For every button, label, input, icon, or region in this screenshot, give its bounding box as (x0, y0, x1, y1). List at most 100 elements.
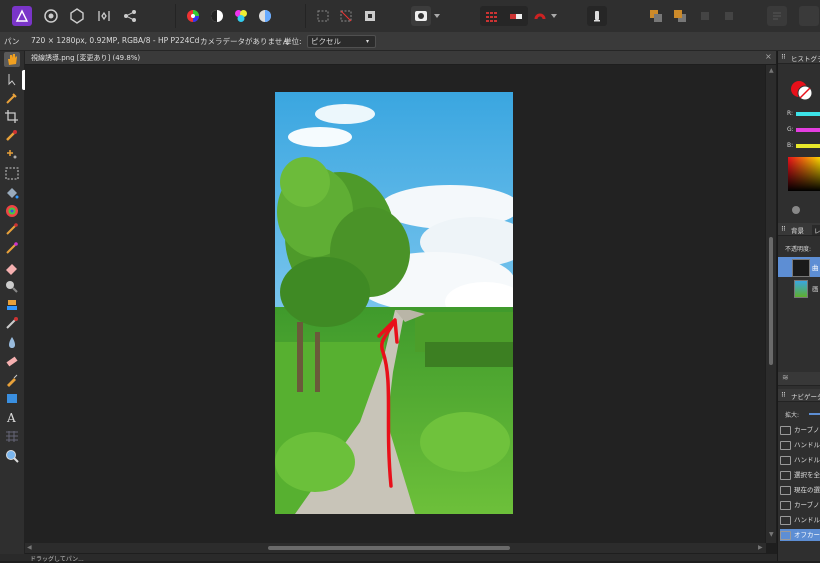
history-item[interactable]: カーブノー (780, 499, 820, 511)
invert-selection-icon[interactable] (360, 6, 380, 26)
red-channel-slider[interactable] (796, 112, 820, 116)
more-options-icon[interactable] (767, 6, 787, 26)
history-item-label: カーブノー (794, 426, 820, 434)
gradient-tool-icon[interactable] (4, 203, 20, 218)
scroll-down-icon[interactable]: ▼ (769, 531, 774, 538)
liquify-persona-icon[interactable] (67, 6, 87, 26)
close-document-icon[interactable]: × (765, 52, 772, 61)
photo-persona-icon[interactable] (41, 6, 61, 26)
color-picker-tool-icon[interactable] (4, 91, 20, 106)
no-selection-icon[interactable] (336, 6, 356, 26)
hsl-icon[interactable] (231, 6, 251, 26)
document-title: 視線誘導.png [変更あり] (49.8%) (31, 54, 141, 62)
panel-toggle-icon[interactable] (799, 6, 819, 26)
pen-tool-icon[interactable] (4, 373, 20, 388)
assistant-icon[interactable] (587, 6, 607, 26)
blur-brush-tool-icon[interactable] (4, 335, 20, 350)
opacity-label: 不透明度: (785, 246, 812, 253)
move-tool-icon[interactable] (4, 72, 20, 87)
color-replace-tool-icon[interactable] (4, 241, 20, 256)
history-item-label: カーブノー (794, 501, 820, 509)
opacity-handle-icon[interactable] (792, 206, 800, 214)
history-item[interactable]: 選択を全 (780, 469, 820, 481)
crop-tool-icon[interactable] (4, 109, 20, 124)
history-item[interactable]: 現在の選 (780, 484, 820, 496)
white-balance-icon[interactable] (255, 6, 275, 26)
chevron-down-icon: ▾ (366, 38, 370, 45)
canvas-area[interactable] (25, 65, 765, 543)
history-step-icon (780, 485, 791, 495)
selection-brush-tool-icon[interactable] (4, 128, 20, 143)
quick-mask-dropdown-icon[interactable] (433, 6, 441, 26)
clone-brush-tool-icon[interactable] (4, 297, 20, 312)
color-swatch-icon[interactable] (789, 79, 815, 105)
text-tool-icon[interactable]: A (4, 410, 20, 425)
arrange-back-icon[interactable] (646, 6, 666, 26)
histogram-panel-title: ヒストグラ (791, 55, 820, 63)
zoom-tool-icon[interactable] (4, 448, 20, 463)
history-item-label: 選択を全 (794, 471, 820, 479)
layer-row[interactable]: 画 (778, 278, 820, 298)
panel-grip-icon: ⠿ (781, 225, 786, 233)
blue-channel-slider[interactable] (796, 144, 820, 148)
green-channel-label: G: (787, 126, 794, 133)
scroll-left-icon[interactable]: ◀ (27, 544, 32, 551)
healing-brush-tool-icon[interactable] (4, 354, 20, 369)
horizontal-scrollbar[interactable]: ◀ ▶ (25, 543, 766, 553)
history-item[interactable]: ハンドル (780, 439, 820, 451)
snapping-dropdown-icon[interactable] (550, 6, 558, 26)
tool-name-label: パン (4, 37, 20, 46)
erase-brush-tool-icon[interactable] (4, 260, 20, 275)
layers-tab-2[interactable]: レ (812, 225, 820, 235)
contrast-icon[interactable] (207, 6, 227, 26)
snapping-magnet-icon[interactable] (530, 6, 550, 26)
tools-panel: A (0, 51, 46, 555)
dodge-tool-icon[interactable] (4, 279, 20, 294)
export-persona-icon[interactable] (120, 6, 140, 26)
horizontal-scroll-thumb[interactable] (268, 546, 510, 550)
scroll-up-icon[interactable]: ▲ (769, 67, 774, 74)
rectangle-tool-icon[interactable] (4, 391, 20, 406)
layer-row-selected[interactable]: 曲 (778, 257, 820, 277)
status-bar: ドラッグしてパン... (0, 554, 820, 563)
mesh-warp-tool-icon[interactable] (4, 429, 20, 444)
vertical-scrollbar[interactable]: ▲ ▼ (766, 65, 776, 543)
zoom-slider[interactable] (809, 413, 820, 415)
history-item[interactable]: ハンドル (780, 514, 820, 526)
arrange-forward-icon[interactable] (695, 6, 715, 26)
document-tab[interactable]: 視線誘導.png [変更あり] (49.8%) × (25, 51, 776, 64)
flood-fill-tool-icon[interactable] (4, 185, 20, 200)
snapping-toggle[interactable] (480, 6, 528, 26)
pan-tool-icon[interactable] (4, 52, 20, 67)
units-select[interactable]: ピクセル ▾ (307, 35, 376, 48)
history-item-selected[interactable]: オフカーブ (780, 529, 820, 541)
history-step-icon (780, 425, 791, 435)
marquee-selection-icon[interactable] (313, 6, 333, 26)
layers-tab-1[interactable]: 背景 (791, 225, 804, 235)
layers-stack-icon[interactable]: ≋ (782, 373, 789, 382)
history-item[interactable]: カーブノー (780, 424, 820, 436)
history-step-icon (780, 530, 791, 540)
history-step-icon (780, 470, 791, 480)
flood-select-tool-icon[interactable] (4, 147, 20, 162)
quick-mask-icon[interactable] (411, 6, 431, 26)
paint-brush-tool-icon[interactable] (4, 222, 20, 237)
color-wheel-icon[interactable] (183, 6, 203, 26)
histogram-panel-header[interactable]: ⠿ ヒストグラ (778, 51, 820, 64)
color-picker-square[interactable] (788, 157, 820, 191)
vertical-scroll-thumb[interactable] (769, 237, 773, 365)
scroll-right-icon[interactable]: ▶ (758, 544, 763, 551)
affinity-photo-logo-icon[interactable] (12, 6, 32, 26)
history-item[interactable]: ハンドル (780, 454, 820, 466)
status-text: ドラッグしてパン... (30, 556, 84, 563)
marquee-tool-icon[interactable] (4, 166, 20, 181)
arrange-front-icon[interactable] (670, 6, 690, 26)
context-toolbar: パン 720 × 1280px, 0.92MP, RGBA/8 - HP P22… (0, 32, 820, 51)
navigator-panel-header[interactable]: ⠿ ナビゲータ (778, 389, 820, 402)
layers-panel-header[interactable]: ⠿ 背景 レ (778, 223, 820, 236)
smudge-tool-icon[interactable] (4, 316, 20, 331)
layer-label: 画 (812, 285, 819, 293)
green-channel-slider[interactable] (796, 128, 820, 132)
develop-persona-icon[interactable] (94, 6, 114, 26)
arrange-backward-icon[interactable] (719, 6, 739, 26)
